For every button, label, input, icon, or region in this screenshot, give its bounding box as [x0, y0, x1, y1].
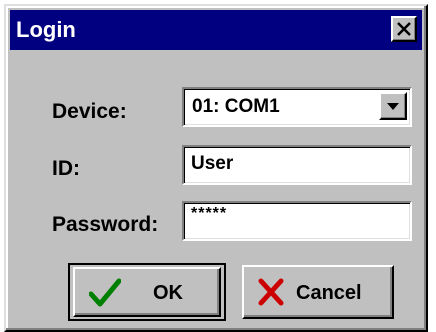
password-masked-value: *****: [191, 205, 228, 222]
ok-button-label: OK: [153, 282, 183, 304]
device-dropdown-button[interactable]: [379, 92, 407, 120]
cancel-button[interactable]: Cancel: [242, 265, 394, 319]
device-label: Device:: [52, 100, 127, 123]
cancel-button-label: Cancel: [296, 282, 362, 304]
close-button[interactable]: [391, 16, 417, 42]
login-dialog: Login Device: 01: COM1 ID: User Password…: [4, 4, 428, 332]
chevron-down-icon: [387, 103, 399, 110]
title-bar[interactable]: Login: [10, 10, 422, 50]
id-input[interactable]: User: [182, 145, 412, 185]
password-label: Password:: [52, 213, 159, 236]
x-icon: [258, 278, 284, 306]
id-label: ID:: [52, 157, 80, 180]
close-icon: [397, 22, 411, 36]
ok-button[interactable]: OK: [73, 267, 221, 317]
device-dropdown[interactable]: 01: COM1: [182, 87, 412, 127]
device-dropdown-value: 01: COM1: [192, 96, 280, 117]
ok-button-focus-frame: OK: [68, 263, 226, 321]
password-input[interactable]: *****: [182, 201, 412, 241]
window-title: Login: [16, 17, 76, 42]
checkmark-icon: [89, 278, 121, 307]
